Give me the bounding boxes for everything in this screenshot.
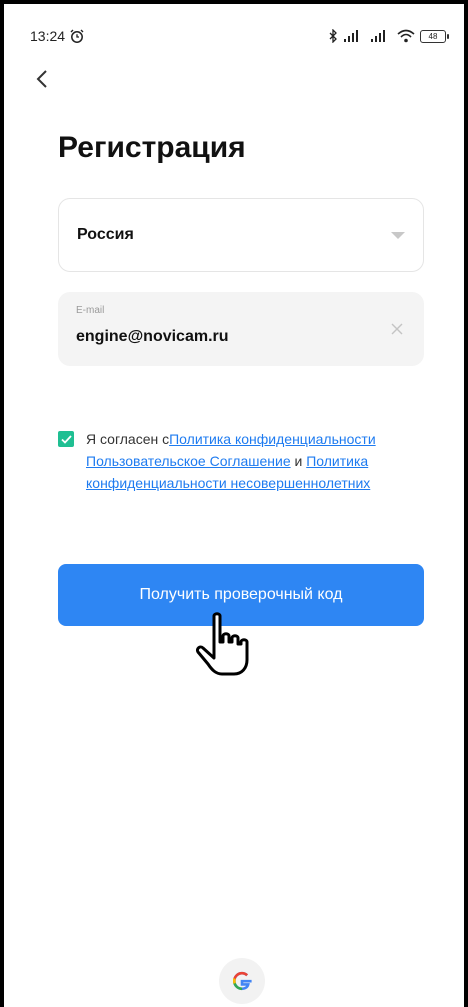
country-value: Россия bbox=[77, 226, 134, 243]
agreement-and: и bbox=[290, 453, 307, 469]
user-agreement-link[interactable]: Пользовательское Соглашение bbox=[86, 453, 291, 469]
signal-icon bbox=[371, 30, 385, 42]
status-time: 13:24 bbox=[30, 28, 66, 44]
get-code-button[interactable]: Получить проверочный код bbox=[58, 564, 424, 626]
google-login-button[interactable] bbox=[219, 958, 265, 1004]
email-value: engine@novicam.ru bbox=[76, 328, 229, 345]
signal-icon bbox=[344, 30, 358, 42]
country-select[interactable]: Россия bbox=[58, 198, 424, 272]
google-icon bbox=[232, 971, 252, 991]
wifi-icon bbox=[397, 29, 415, 43]
agreement-text: Я согласен сПолитика конфиденциальности … bbox=[86, 428, 398, 494]
battery-icon: 48 bbox=[420, 29, 449, 43]
close-icon[interactable] bbox=[390, 322, 404, 336]
agreement-checkbox[interactable] bbox=[58, 431, 74, 447]
agreement-prefix: Я согласен с bbox=[86, 431, 170, 447]
email-field[interactable]: E-mail engine@novicam.ru bbox=[58, 292, 424, 366]
agreement-row: Я согласен сПолитика конфиденциальности … bbox=[58, 428, 398, 494]
page-title: Регистрация bbox=[58, 131, 246, 164]
privacy-policy-link[interactable]: Политика конфиденциальности bbox=[169, 431, 376, 447]
bluetooth-icon bbox=[329, 29, 337, 43]
chevron-left-icon[interactable] bbox=[30, 66, 56, 92]
email-label: E-mail bbox=[76, 305, 105, 316]
checkmark-icon bbox=[60, 434, 72, 444]
status-bar: 13:24 48 bbox=[30, 24, 449, 48]
alarm-icon bbox=[70, 29, 84, 43]
caret-down-icon bbox=[391, 231, 405, 239]
